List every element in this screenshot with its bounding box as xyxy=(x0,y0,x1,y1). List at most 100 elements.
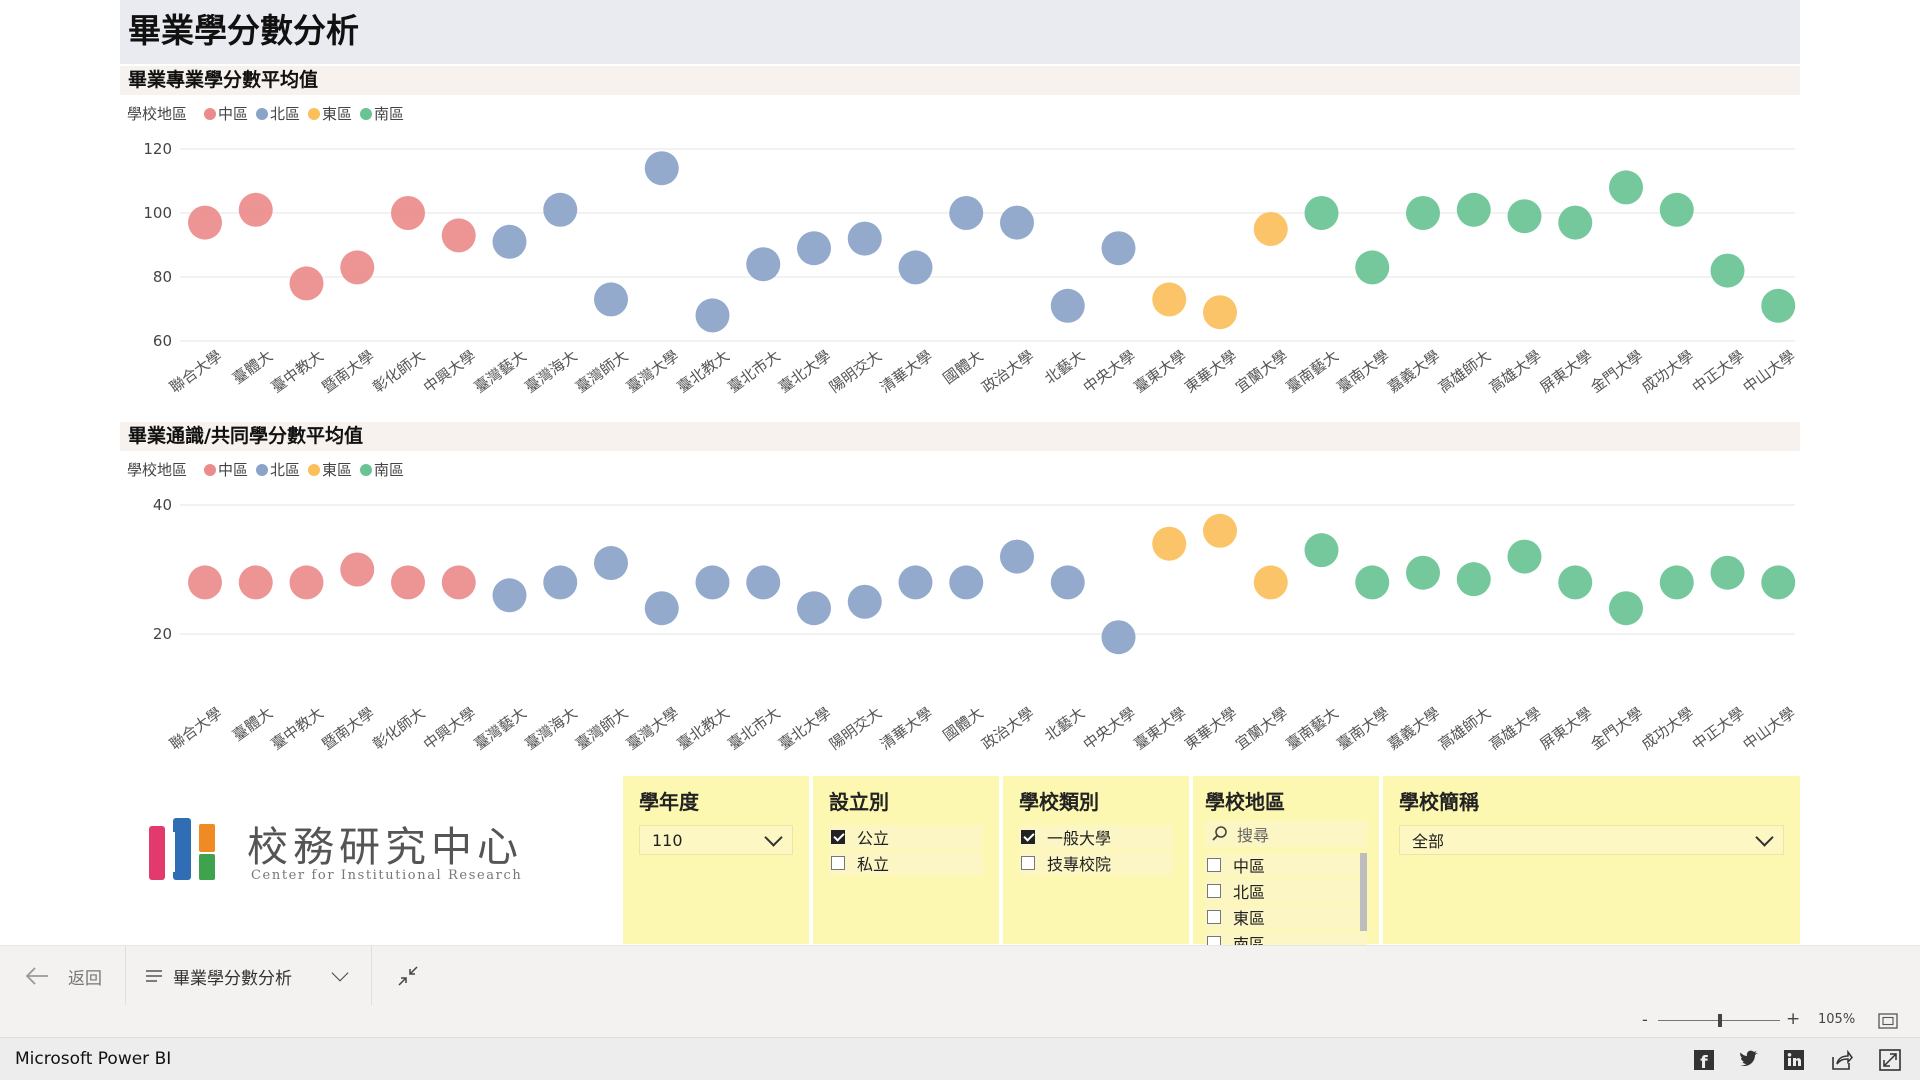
legend-label: 北區 xyxy=(270,105,300,123)
data-point xyxy=(1456,562,1491,597)
checkbox-icon[interactable] xyxy=(1207,884,1221,898)
fit-to-page-icon[interactable] xyxy=(1878,1013,1898,1029)
slicer-region-title: 學校地區 xyxy=(1205,790,1285,814)
legend-marker xyxy=(256,464,268,476)
region-option-central[interactable]: 中區 xyxy=(1205,853,1367,877)
twitter-icon[interactable] xyxy=(1738,1049,1760,1071)
logo-bars-icon xyxy=(149,818,215,880)
year-dropdown[interactable]: 110 xyxy=(639,825,793,855)
checkbox-icon[interactable] xyxy=(1207,910,1221,924)
major-credits-scatter-chart[interactable]: 學校地區 中區 北區 東區 南區6080100120聯合大學 臺體大臺中教大暨南大學彰化師… xyxy=(120,96,1800,397)
facebook-icon[interactable]: f xyxy=(1693,1049,1715,1071)
linkedin-icon[interactable] xyxy=(1783,1049,1805,1071)
region-option-east[interactable]: 東區 xyxy=(1205,905,1367,929)
zoom-slider-thumb[interactable] xyxy=(1718,1014,1722,1027)
x-tick-label: 暨南大學 xyxy=(318,347,377,397)
x-tick-label: 陽明交大 xyxy=(826,704,885,754)
option-label: 中區 xyxy=(1233,857,1266,876)
data-point xyxy=(1761,565,1796,600)
general-credits-scatter-chart[interactable]: 學校地區 中區 北區 東區 南區2040聯合大學 臺體大臺中教大暨南大學彰化師大中興大學臺… xyxy=(120,452,1800,762)
data-point xyxy=(695,298,730,333)
brand-label: Microsoft Power BI xyxy=(15,1049,172,1069)
checkbox-icon[interactable] xyxy=(1021,856,1035,870)
y-tick-label: 40 xyxy=(153,496,172,514)
x-tick-label: 高雄師大 xyxy=(1435,704,1494,754)
chart-title-general: 畢業通識/共同學分數平均值 xyxy=(120,422,1800,451)
data-point xyxy=(1406,196,1440,230)
data-point xyxy=(1101,231,1136,266)
data-point xyxy=(898,250,933,285)
legend-label: 中區 xyxy=(218,105,248,123)
data-point xyxy=(238,192,273,227)
region-option-north[interactable]: 北區 xyxy=(1205,879,1367,903)
x-tick-label: 中央大學 xyxy=(1080,347,1139,397)
data-point xyxy=(188,205,222,240)
data-point xyxy=(1000,205,1034,240)
establishment-option-private[interactable]: 私立 xyxy=(829,851,983,875)
data-point xyxy=(1761,288,1796,323)
slicer-year-title: 學年度 xyxy=(639,790,699,814)
x-tick-label: 臺灣師大 xyxy=(572,347,631,397)
checkbox-checked-icon[interactable] xyxy=(831,830,845,844)
share-icon[interactable] xyxy=(1831,1049,1853,1071)
x-tick-label: 臺中教大 xyxy=(268,704,327,754)
region-search-input[interactable]: 搜尋 xyxy=(1205,821,1367,847)
data-point xyxy=(1558,205,1593,240)
school-name-dropdown[interactable]: 全部 xyxy=(1399,825,1784,855)
logo-sub-text: Center for Institutional Research xyxy=(251,868,523,883)
data-point xyxy=(797,591,831,626)
option-label: 技專校院 xyxy=(1047,855,1112,874)
data-point xyxy=(441,218,476,253)
year-dropdown-value: 110 xyxy=(652,830,683,850)
region-option-list[interactable]: 中區 北區 東區 南區 xyxy=(1205,853,1367,951)
slicer-school-name-title: 學校簡稱 xyxy=(1399,790,1479,814)
legend-label: 東區 xyxy=(322,105,352,123)
data-point xyxy=(1710,253,1745,288)
checkbox-icon[interactable] xyxy=(831,856,845,870)
option-label: 公立 xyxy=(857,829,890,848)
establishment-option-public[interactable]: 公立 xyxy=(829,825,983,849)
divider xyxy=(125,946,126,1006)
option-label: 私立 xyxy=(857,855,890,874)
x-tick-label: 暨南大學 xyxy=(318,704,377,754)
x-tick-label: 臺中教大 xyxy=(268,347,327,397)
x-tick-label: 中山大學 xyxy=(1739,347,1798,397)
x-tick-label: 聯合大學 xyxy=(166,347,225,397)
legend-marker xyxy=(308,108,320,120)
list-icon xyxy=(146,970,162,982)
data-point xyxy=(1203,295,1237,330)
data-point xyxy=(1406,555,1440,590)
fullscreen-icon[interactable] xyxy=(1879,1049,1901,1071)
page-selector[interactable]: 畢業學分數分析 xyxy=(145,946,349,1006)
x-tick-label: 東華大學 xyxy=(1181,347,1240,397)
x-tick-label: 宜蘭大學 xyxy=(1232,704,1291,754)
school-type-option-general[interactable]: 一般大學 xyxy=(1019,825,1173,849)
data-point xyxy=(543,565,578,600)
legend-title: 學校地區 xyxy=(127,461,187,479)
back-button[interactable]: 返回 xyxy=(24,946,102,1006)
checkbox-checked-icon[interactable] xyxy=(1021,830,1035,844)
report-title: 畢業學分數分析 xyxy=(120,0,1800,64)
x-tick-label: 屏東大學 xyxy=(1536,704,1595,754)
zoom-out-button[interactable]: - xyxy=(1642,1010,1648,1029)
y-tick-label: 60 xyxy=(153,332,172,350)
school-type-option-technical[interactable]: 技專校院 xyxy=(1019,851,1173,875)
x-tick-label: 臺北市大 xyxy=(724,704,783,754)
data-point xyxy=(1609,591,1643,626)
x-tick-label: 臺北教大 xyxy=(674,347,733,397)
scrollbar-thumb[interactable] xyxy=(1360,853,1367,931)
x-tick-label: 中山大學 xyxy=(1739,704,1798,754)
slicer-school-type-title: 學校類別 xyxy=(1019,790,1099,814)
data-point xyxy=(1152,526,1187,561)
legend-label: 南區 xyxy=(374,461,404,479)
slicer-school-name: 學校簡稱 全部 xyxy=(1383,776,1800,944)
checkbox-icon[interactable] xyxy=(1207,858,1221,872)
chevron-down-icon xyxy=(1755,827,1774,847)
zoom-bar: - + 105% xyxy=(0,1005,1920,1037)
data-point xyxy=(1558,565,1593,600)
zoom-in-button[interactable]: + xyxy=(1786,1009,1800,1029)
x-tick-label: 臺北教大 xyxy=(674,704,733,754)
collapse-icon[interactable] xyxy=(396,964,420,988)
x-tick-label: 成功大學 xyxy=(1638,347,1697,397)
data-point xyxy=(1152,282,1187,317)
